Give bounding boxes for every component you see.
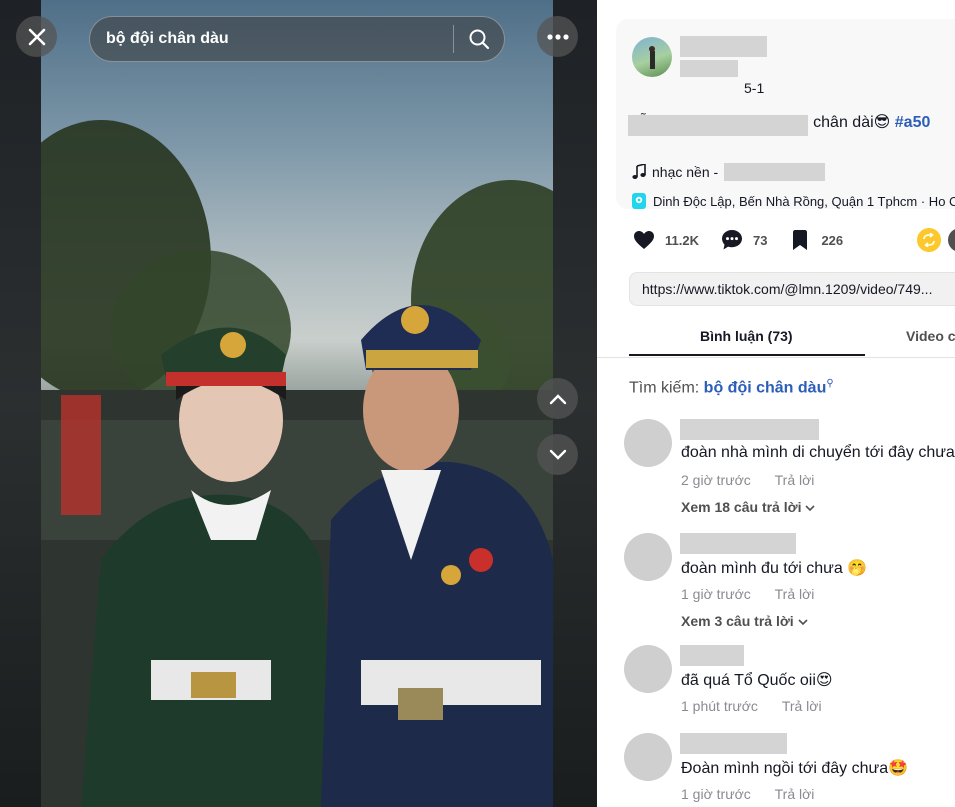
comment-meta: 1 giờ trước Trả lời	[681, 586, 814, 602]
share-more-button[interactable]	[948, 228, 955, 252]
ellipsis-icon	[546, 33, 569, 40]
author-name-redacted[interactable]	[680, 36, 767, 57]
comment-meta: 1 giờ trước Trả lời	[681, 786, 814, 802]
search-query[interactable]: bộ đội chân dàu	[90, 30, 453, 48]
comment-time: 1 phút trước	[681, 698, 758, 714]
heart-icon	[634, 231, 654, 249]
tabs-bar: Bình luận (73) Video của nhà sáng tạo	[597, 322, 955, 358]
caption-hashtag[interactable]: #a50	[895, 114, 931, 131]
comment-author-redacted[interactable]	[680, 533, 796, 554]
like-button[interactable]	[629, 225, 659, 255]
comment-time: 2 giờ trước	[681, 472, 751, 488]
tab-creator-videos[interactable]: Video của nhà sáng tạo	[906, 328, 955, 344]
author-handle-redacted	[680, 60, 738, 77]
comment-avatar[interactable]	[624, 533, 672, 581]
video-stage: bộ đội chân dàu	[0, 0, 597, 807]
comment-meta: 1 phút trước Trả lời	[681, 698, 822, 714]
repost-button[interactable]	[917, 228, 941, 252]
comment-avatar[interactable]	[624, 645, 672, 693]
post-date: 5-1	[744, 80, 765, 96]
music-label: nhạc nền -	[652, 164, 719, 180]
comment-count: 73	[752, 232, 768, 248]
chevron-down-icon	[797, 619, 808, 626]
video-link-field[interactable]: https://www.tiktok.com/@lmn.1209/video/7…	[629, 272, 955, 306]
like-action[interactable]: 11.2K	[629, 225, 699, 255]
comment-meta: 2 giờ trước Trả lời	[681, 472, 814, 488]
author-avatar[interactable]	[632, 37, 672, 77]
comment-text: đoàn mình đu tới chưa 🤭	[681, 560, 868, 577]
close-icon	[28, 28, 45, 45]
reply-button[interactable]: Trả lời	[775, 786, 815, 802]
comment-author-redacted[interactable]	[680, 733, 787, 754]
comment-author-redacted[interactable]	[680, 419, 819, 440]
repost-icon	[923, 233, 935, 247]
music-name-redacted	[724, 163, 826, 181]
comment-avatar[interactable]	[624, 419, 672, 467]
chevron-down-icon	[805, 505, 815, 512]
video-frame[interactable]	[41, 0, 553, 807]
chevron-down-icon	[549, 449, 566, 460]
active-tab-indicator	[629, 354, 865, 356]
comment-avatar[interactable]	[624, 733, 672, 781]
reply-button[interactable]: Trả lời	[775, 586, 815, 602]
comment-text: đoàn nhà mình di chuyển tới đây chưa	[681, 444, 955, 461]
details-panel: 5-1 vẫn kịp có ảnh với bộ đội chân dài😎 …	[597, 0, 955, 807]
save-button[interactable]	[785, 225, 815, 255]
caption-line2-redacted	[628, 115, 808, 136]
music-note-icon	[632, 164, 646, 179]
comment-time: 1 giờ trước	[681, 586, 751, 602]
save-count: 226	[821, 232, 844, 248]
reply-button[interactable]: Trả lời	[782, 698, 822, 714]
search-small-icon: ⚲	[826, 378, 834, 389]
comment-search-keyword[interactable]: bộ đội chân dàu	[704, 379, 827, 396]
post-info-card: 5-1 vẫn kịp có ảnh với bộ đội chân dài😎 …	[616, 19, 955, 209]
like-count: 11.2K	[665, 232, 699, 248]
location-tag[interactable]: Dinh Độc Lập, Bến Nhà Rồng, Quận 1 Tphcm…	[632, 193, 955, 209]
music-info[interactable]: nhạc nền -	[632, 163, 826, 181]
reply-button[interactable]: Trả lời	[775, 472, 815, 488]
close-button[interactable]	[16, 16, 57, 57]
location-pin-icon	[632, 193, 646, 209]
tab-comments[interactable]: Bình luận (73)	[700, 328, 793, 344]
comment-search-label: Tìm kiếm:	[629, 379, 700, 397]
previous-video-button[interactable]	[537, 378, 578, 419]
search-icon	[469, 29, 490, 50]
comment-author-redacted[interactable]	[680, 645, 744, 666]
chevron-up-icon	[549, 393, 566, 404]
comment-text: Đoàn mình ngồi tới đây chưa🤩	[681, 760, 909, 777]
comment-search-hint: Tìm kiếm: bộ đội chân dàu⚲	[629, 378, 834, 397]
comment-text: đã quá Tổ Quốc oii😍	[681, 672, 833, 689]
comment-button[interactable]	[717, 225, 747, 255]
bookmark-icon	[793, 230, 808, 250]
save-action[interactable]: 226	[785, 225, 843, 255]
avatar-image	[649, 46, 655, 69]
more-options-button[interactable]	[537, 16, 578, 57]
view-replies-button[interactable]: Xem 18 câu trả lời	[681, 499, 815, 515]
next-video-button[interactable]	[537, 434, 578, 475]
comment-action[interactable]: 73	[717, 225, 767, 255]
view-replies-button[interactable]: Xem 3 câu trả lời	[681, 613, 808, 629]
comment-icon	[721, 230, 742, 250]
video-search-bar[interactable]: bộ đội chân dàu	[89, 16, 505, 62]
location-label: Dinh Độc Lập, Bến Nhà Rồng, Quận 1 Tphcm…	[653, 193, 955, 209]
action-bar: 11.2K 73 226	[629, 225, 861, 255]
comment-time: 1 giờ trước	[681, 786, 751, 802]
search-button[interactable]	[454, 16, 504, 62]
video-image	[41, 120, 553, 807]
view-replies-label: Xem 3 câu trả lời	[681, 613, 794, 629]
view-replies-label: Xem 18 câu trả lời	[681, 499, 802, 515]
